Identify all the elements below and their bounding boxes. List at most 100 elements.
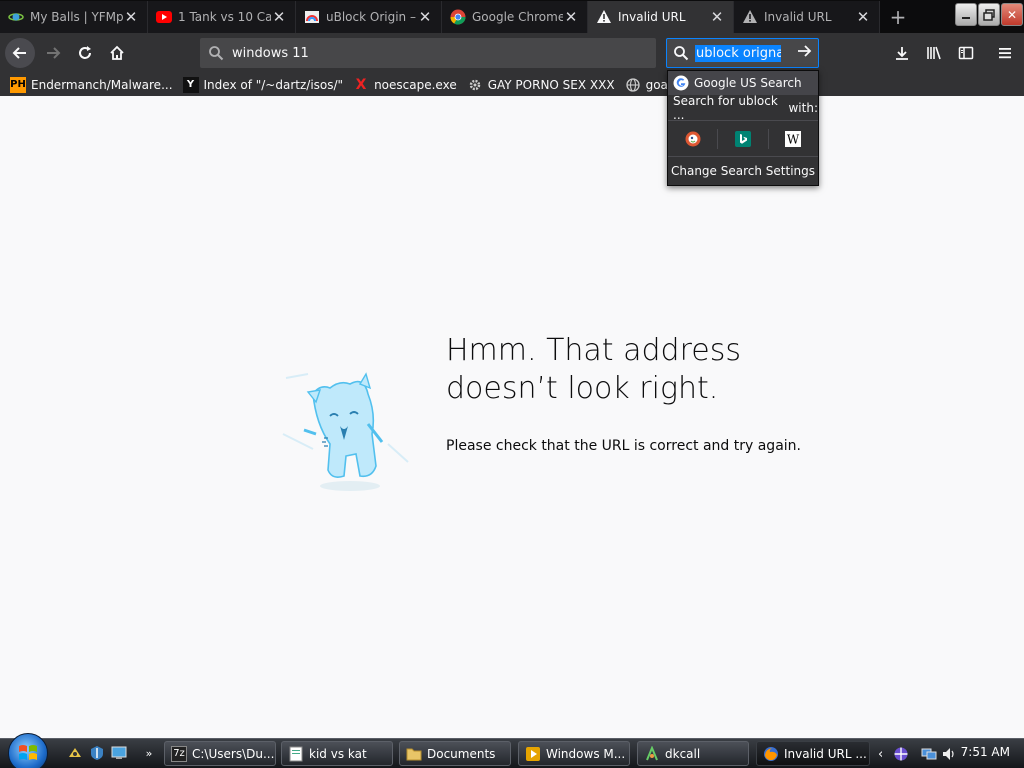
restore-button[interactable]	[978, 3, 1000, 26]
bookmark-index-dartz[interactable]: Y Index of "/~dartz/isos/"	[182, 76, 343, 93]
one-off-engines: W	[668, 121, 818, 157]
bookmark-gay-porno[interactable]: GAY PORNO SEX XXX	[467, 77, 615, 93]
url-bar[interactable]: windows 11	[200, 38, 656, 68]
quicklaunch-app-icon[interactable]	[66, 744, 84, 762]
sidebar-icon	[958, 46, 974, 60]
with-label: with:	[788, 100, 818, 115]
navigation-toolbar: windows 11 ublock orignal	[0, 33, 1024, 73]
close-window-button[interactable]: ✕	[1001, 3, 1023, 26]
tab-title: Invalid URL	[618, 10, 686, 24]
svg-text:W: W	[787, 132, 800, 146]
network-status-icon[interactable]	[921, 746, 937, 762]
gear-icon	[467, 77, 483, 93]
library-icon	[927, 46, 941, 60]
tab-ublock[interactable]: uBlock Origin – ✕	[296, 1, 442, 33]
wikipedia-icon: W	[785, 130, 802, 147]
search-icon	[209, 46, 224, 61]
tab-title: Invalid URL	[764, 10, 832, 24]
taskbar-label: dkcall	[665, 746, 701, 761]
taskbar-button-dkcall[interactable]: dkcall	[637, 741, 749, 766]
search-for-header: Search for ublock ... with:	[668, 94, 818, 122]
chrome-icon	[450, 9, 466, 25]
default-engine-item[interactable]: Google US Search	[668, 71, 818, 95]
taskbar-button-firefox[interactable]: Invalid URL ...	[756, 741, 870, 766]
library-button[interactable]	[920, 39, 948, 67]
volume-icon[interactable]	[941, 746, 957, 762]
bookmark-label: noescape.exe	[374, 77, 457, 92]
youtube-icon	[156, 9, 172, 25]
tab-strip: My Balls | YFMp ✕ 1 Tank vs 10 Ca ✕ uBlo…	[0, 0, 1024, 33]
taskbar-label: kid vs kat	[309, 746, 367, 761]
new-tab-button[interactable]: +	[884, 4, 912, 30]
close-tab-icon[interactable]: ✕	[855, 9, 871, 25]
windows-taskbar: » 7z C:\Users\Du... kid vs kat Documents…	[0, 733, 1024, 768]
show-hidden-icons-chevron-icon[interactable]: ‹	[878, 747, 883, 762]
close-tab-icon[interactable]: ✕	[709, 9, 725, 25]
tab-invalid-url-active[interactable]: Invalid URL ✕	[588, 1, 734, 33]
tab-tank[interactable]: 1 Tank vs 10 Ca ✕	[148, 1, 296, 33]
search-icon	[674, 46, 689, 61]
bing-button[interactable]	[718, 128, 769, 149]
warning-icon	[742, 9, 758, 25]
tab-invalid-url[interactable]: Invalid URL ✕	[734, 1, 880, 33]
search-bar[interactable]: ublock orignal	[666, 38, 819, 68]
globe-icon	[625, 77, 641, 93]
close-tab-icon[interactable]: ✕	[271, 9, 287, 25]
taskbar-label: Documents	[427, 746, 496, 761]
warning-icon	[596, 9, 612, 25]
minimize-button[interactable]	[955, 3, 977, 26]
quicklaunch-shield-icon[interactable]	[88, 744, 106, 762]
close-tab-icon[interactable]: ✕	[417, 9, 433, 25]
hamburger-menu-icon	[999, 48, 1011, 59]
firefox-icon	[763, 746, 779, 762]
7zip-icon: 7z	[171, 745, 187, 762]
taskbar-label: Windows M...	[546, 746, 626, 761]
pornhub-icon: PH	[10, 76, 26, 93]
error-description: Please check that the URL is correct and…	[446, 438, 801, 454]
close-tab-icon[interactable]: ✕	[563, 9, 579, 25]
show-desktop-icon[interactable]	[110, 744, 128, 762]
arrow-left-icon	[12, 47, 26, 59]
default-engine-label: Google US Search	[694, 76, 802, 90]
change-search-settings-button[interactable]: Change Search Settings	[668, 157, 818, 185]
tab-my-balls[interactable]: My Balls | YFMp ✕	[0, 1, 148, 33]
quicklaunch-overflow-icon[interactable]: »	[140, 744, 158, 762]
bookmark-noescape[interactable]: X noescape.exe	[353, 77, 457, 93]
duckduckgo-button[interactable]	[668, 128, 719, 149]
tab-title: 1 Tank vs 10 Ca	[178, 10, 271, 24]
tab-google-chrome[interactable]: Google Chrome ✕	[442, 1, 588, 33]
planet-icon	[8, 9, 24, 25]
search-input[interactable]: ublock orignal	[695, 44, 781, 62]
taskbar-button-kid-vs-kat[interactable]: kid vs kat	[281, 741, 393, 766]
url-input[interactable]: windows 11	[232, 46, 309, 61]
menu-button[interactable]	[991, 39, 1019, 67]
tab-title: uBlock Origin –	[326, 10, 416, 24]
bookmark-endermanch[interactable]: PH Endermanch/Malware...	[10, 76, 173, 93]
wikipedia-button[interactable]: W	[769, 129, 818, 149]
start-button[interactable]	[8, 733, 48, 768]
tab-title: Google Chrome	[472, 10, 563, 24]
windows-logo-icon	[19, 745, 37, 760]
bookmark-label: Endermanch/Malware...	[31, 77, 173, 92]
taskbar-button-explorer[interactable]: 7z C:\Users\Du...	[164, 741, 276, 766]
arrow-right-icon	[47, 47, 61, 59]
reload-button[interactable]	[71, 39, 99, 67]
sidebar-button[interactable]	[952, 39, 980, 67]
close-tab-icon[interactable]: ✕	[123, 9, 139, 25]
download-icon	[896, 47, 908, 60]
page-content: Hmm. That address doesn’t look right. Pl…	[0, 96, 1024, 738]
confused-cat-illustration	[268, 354, 418, 497]
taskbar-button-documents[interactable]: Documents	[399, 741, 511, 766]
downloads-button[interactable]	[888, 39, 916, 67]
network-globe-icon[interactable]	[893, 746, 909, 762]
back-button[interactable]	[5, 38, 35, 68]
folder-icon	[406, 746, 422, 762]
taskbar-label: Invalid URL ...	[784, 746, 867, 761]
forward-button[interactable]	[39, 39, 67, 67]
bookmarks-toolbar: PH Endermanch/Malware... Y Index of "/~d…	[0, 73, 1024, 96]
taskbar-button-windows-media[interactable]: Windows M...	[518, 741, 630, 766]
home-button[interactable]	[103, 39, 131, 67]
app-icon	[644, 745, 660, 762]
go-arrow-icon[interactable]	[796, 43, 812, 63]
taskbar-clock[interactable]: 7:51 AM	[961, 745, 1010, 759]
